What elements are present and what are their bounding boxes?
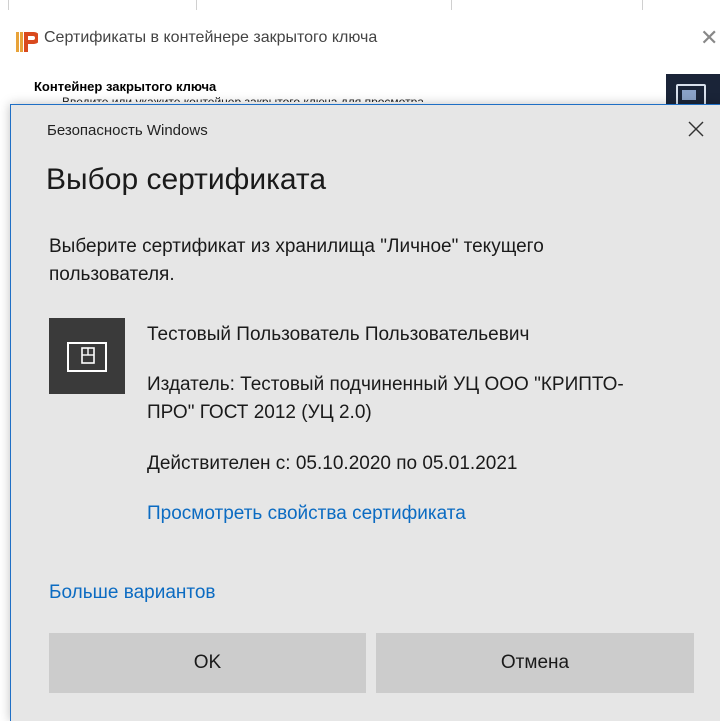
view-certificate-properties-link[interactable]: Просмотреть свойства сертификата: [147, 503, 466, 525]
background-window-title: Сертификаты в контейнере закрытого ключа: [44, 29, 378, 46]
more-options-link[interactable]: Больше вариантов: [49, 582, 216, 604]
dialog-caption: Безопасность Windows: [47, 122, 208, 139]
dialog-description: Выберите сертификат из хранилища "Личное…: [49, 236, 544, 285]
cryptopro-logo-icon: [16, 32, 38, 52]
close-icon[interactable]: [685, 118, 707, 140]
windows-security-dialog: Безопасность Windows Выбор сертификата В…: [10, 104, 720, 721]
certificate-icon: [49, 318, 125, 394]
certificate-validity: Действителен с: 05.10.2020 по 05.01.2021: [147, 453, 518, 474]
certificate-name[interactable]: Тестовый Пользователь Пользовательевич: [147, 324, 529, 346]
container-heading: Контейнер закрытого ключа: [34, 79, 217, 94]
certificate-issuer: Издатель: Тестовый подчиненный УЦ ООО "К…: [147, 374, 624, 423]
dialog-title: Выбор сертификата: [46, 163, 327, 196]
container-subtext: Введите или укажите контейнер закрытого …: [62, 96, 424, 102]
background-close-icon[interactable]: ✕: [700, 25, 718, 51]
cancel-button[interactable]: Отмена: [376, 633, 694, 693]
top-edge: [0, 0, 720, 10]
ok-button[interactable]: OK: [49, 633, 366, 693]
